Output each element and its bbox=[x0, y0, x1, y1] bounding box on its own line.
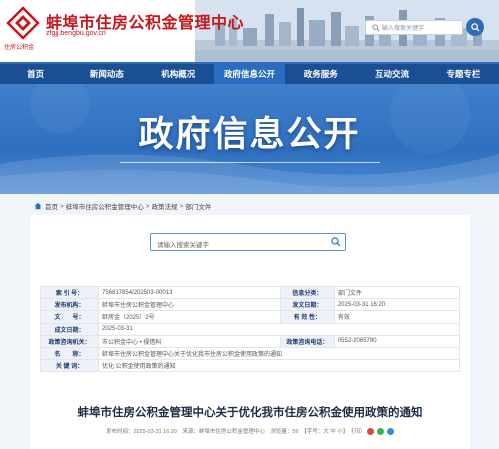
value-issue-date: 2025-03-31 16:20 bbox=[333, 298, 461, 312]
breadcrumb-home[interactable]: 首页 bbox=[45, 201, 58, 211]
table-row: 关 键 词： 优化 公积金使用政策的通知 bbox=[40, 359, 460, 373]
breadcrumb: 首页 > 蚌埠市住房公积金管理中心 > 政策法规 > 部门文件 bbox=[34, 201, 211, 211]
label-category: 信息分类： bbox=[279, 285, 335, 300]
page-banner: 政府信息公开 bbox=[0, 84, 499, 194]
label-consult-phone: 政策咨询电话： bbox=[279, 334, 335, 348]
breadcrumb-policy[interactable]: 政策法规 bbox=[152, 201, 178, 211]
label-index-number: 索 引 号： bbox=[40, 285, 99, 300]
banner-divider bbox=[120, 162, 380, 163]
value-written-date: 2025-03-31 bbox=[98, 322, 460, 336]
label-keywords: 关 键 词： bbox=[40, 359, 99, 373]
table-row: 索 引 号： 756817854/202503-00013 信息分类： 部门文件 bbox=[40, 285, 461, 300]
logo-caption: 住房公积金 bbox=[4, 45, 35, 51]
value-category: 部门文件 bbox=[333, 285, 461, 300]
value-doc-number: 蚌房金〔2025〕2号 bbox=[98, 310, 281, 324]
label-validity: 有 效 性： bbox=[279, 310, 335, 324]
nav-item-news[interactable]: 新闻动态 bbox=[71, 64, 142, 84]
label-name: 名 称： bbox=[40, 346, 99, 361]
content-search-input[interactable] bbox=[151, 237, 321, 254]
table-row: 成文日期： 2025-03-31 bbox=[40, 322, 460, 336]
nav-item-home[interactable]: 首页 bbox=[0, 64, 71, 84]
wechat-share-icon[interactable] bbox=[377, 427, 385, 435]
nav-item-about[interactable]: 机构概况 bbox=[143, 64, 214, 84]
label-written-date: 成文日期： bbox=[40, 322, 99, 336]
banner-title: 政府信息公开 bbox=[138, 115, 361, 155]
value-consult-agency: 市公积金中心 • 侵借科 bbox=[98, 334, 281, 348]
article-meta-text: 发布时间：2025-03-31 16:20 来源：蚌埠市住房公积金管理中心 浏览… bbox=[105, 429, 363, 435]
main-nav: 首页 新闻动态 机构概况 政府信息公开 政务服务 互动交流 专题专栏 bbox=[0, 62, 499, 84]
value-keywords: 优化 公积金使用政策的通知 bbox=[98, 359, 460, 373]
nav-item-topics[interactable]: 专题专栏 bbox=[428, 64, 499, 84]
nav-item-interaction[interactable]: 互动交流 bbox=[356, 64, 427, 84]
value-consult-phone: 0552-2065790 bbox=[333, 334, 461, 348]
search-icon bbox=[372, 24, 380, 32]
search-icon bbox=[470, 22, 480, 32]
content-card: 索 引 号： 756817854/202503-00013 信息分类： 部门文件… bbox=[30, 215, 470, 449]
breadcrumb-dept-docs[interactable]: 部门文件 bbox=[185, 201, 211, 211]
home-icon bbox=[34, 202, 42, 210]
search-icon[interactable] bbox=[331, 237, 341, 247]
qq-share-icon[interactable] bbox=[387, 427, 395, 435]
header-search-placeholder: 输入搜索关键字 bbox=[382, 26, 425, 32]
site-domain: zfgjj.bengbu.gov.cn bbox=[46, 30, 106, 37]
value-name: 蚌埠市住房公积金管理中心关于优化我市住房公积金使用政策的通知 bbox=[98, 346, 460, 361]
share-buttons bbox=[367, 427, 395, 435]
value-publisher: 蚌埠市住房公积金管理中心 bbox=[98, 298, 281, 312]
label-doc-number: 文 号： bbox=[40, 310, 99, 324]
breadcrumb-center[interactable]: 蚌埠市住房公积金管理中心 bbox=[66, 201, 144, 211]
nav-item-services[interactable]: 政务服务 bbox=[285, 64, 356, 84]
article-meta: 发布时间：2025-03-31 16:20 来源：蚌埠市住房公积金管理中心 浏览… bbox=[30, 427, 470, 435]
nav-item-gov-info[interactable]: 政府信息公开 bbox=[213, 64, 286, 84]
value-validity: 有效 bbox=[333, 310, 461, 324]
document-info-table: 索 引 号： 756817854/202503-00013 信息分类： 部门文件… bbox=[40, 285, 461, 373]
header-search-button[interactable] bbox=[466, 18, 484, 36]
site-header: 住房公积金 蚌埠市住房公积金管理中心 zfgjj.bengbu.gov.cn 输… bbox=[0, 0, 499, 62]
table-row: 文 号： 蚌房金〔2025〕2号 有 效 性： 有效 bbox=[40, 310, 461, 324]
label-consult-agency: 政策咨询机关： bbox=[40, 334, 99, 348]
label-issue-date: 发文日期： bbox=[279, 298, 335, 312]
content-search bbox=[150, 233, 346, 254]
header-search-input[interactable]: 输入搜索关键字 bbox=[365, 20, 463, 35]
housing-fund-logo bbox=[6, 6, 40, 40]
table-row: 发布机构： 蚌埠市住房公积金管理中心 发文日期： 2025-03-31 16:2… bbox=[40, 298, 461, 312]
page: 住房公积金 蚌埠市住房公积金管理中心 zfgjj.bengbu.gov.cn 输… bbox=[0, 0, 499, 449]
table-row: 政策咨询机关： 市公积金中心 • 侵借科 政策咨询电话： 0552-206579… bbox=[40, 334, 461, 348]
label-publisher: 发布机构： bbox=[40, 298, 99, 312]
table-row: 名 称： 蚌埠市住房公积金管理中心关于优化我市住房公积金使用政策的通知 bbox=[40, 346, 460, 361]
article-title: 蚌埠市住房公积金管理中心关于优化我市住房公积金使用政策的通知 bbox=[77, 407, 423, 419]
value-index-number: 756817854/202503-00013 bbox=[98, 285, 281, 300]
weibo-share-icon[interactable] bbox=[367, 427, 375, 435]
